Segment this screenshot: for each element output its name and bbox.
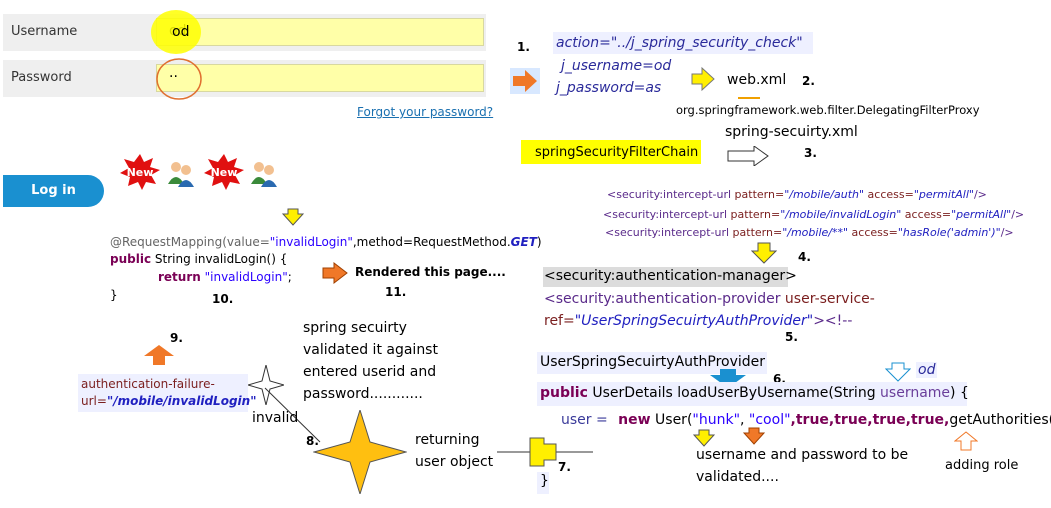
- note-adding-role: adding role: [945, 458, 1019, 473]
- arrow-down-icon: [693, 429, 715, 447]
- password-row: Password ··: [3, 60, 486, 97]
- controller-annotation: @RequestMapping(value="invalidLogin",met…: [110, 235, 542, 249]
- new-badge-text-2: New: [211, 166, 238, 179]
- arrow-up-icon: [954, 431, 978, 451]
- validation-line-3: entered userid and: [303, 364, 437, 380]
- invalid-label: invalid: [252, 410, 299, 426]
- forgot-password-link[interactable]: Forgot your password?: [357, 105, 493, 119]
- intercept-url-3: <security:intercept-url pattern="/mobile…: [605, 226, 1014, 239]
- auth-manager-tag: <security:authentication-manager>: [544, 268, 797, 284]
- request-password: j_password=as: [556, 80, 662, 96]
- username-value-overlay: od: [172, 24, 190, 40]
- arrow-down-icon: [885, 362, 911, 382]
- step-4-label: 4.: [798, 250, 811, 264]
- auth-provider-line-1: <security:authentication-provider user-s…: [544, 291, 875, 307]
- web-xml-label: web.xml: [727, 72, 787, 88]
- provider-od-label: od: [916, 362, 938, 378]
- delegating-filter-proxy: org.springframework.web.filter.Delegatin…: [676, 103, 980, 117]
- validation-line-4: password............: [303, 386, 423, 402]
- returning-line-1: returning: [415, 432, 480, 448]
- return-arrow: [497, 437, 593, 467]
- password-label: Password: [11, 70, 72, 85]
- spring-security-xml-label: spring-secuirty.xml: [725, 124, 858, 140]
- users-icon: [168, 162, 194, 187]
- arrow-right-icon: [322, 262, 348, 284]
- arrow-up-icon: [144, 345, 174, 365]
- step-11-label: 11.: [385, 285, 407, 299]
- provider-method-signature: public UserDetails loadUserByUsername(St…: [540, 385, 969, 401]
- password-highlight-circle: [156, 58, 202, 100]
- arrow-right-icon: [727, 146, 769, 166]
- failure-url-line-2: url="/mobile/invalidLogin": [81, 394, 257, 408]
- intercept-url-2: <security:intercept-url pattern="/mobile…: [603, 208, 1025, 221]
- arrow-right-icon: [510, 68, 540, 94]
- intercept-url-1: <security:intercept-url pattern="/mobile…: [607, 188, 987, 201]
- arrow-down-icon: [743, 427, 765, 445]
- step-1-label: 1.: [517, 40, 530, 54]
- username-label: Username: [11, 24, 78, 39]
- login-button[interactable]: Log in: [3, 175, 104, 207]
- step-9-label: 9.: [170, 331, 183, 345]
- filter-chain-label: springSecurityFilterChain: [535, 145, 699, 160]
- note-credentials-2: validated....: [696, 469, 779, 485]
- new-badge-text-1: New: [127, 166, 154, 179]
- provider-user-line: user = new User("hunk", "cool",true,true…: [561, 412, 1051, 428]
- step-2-label: 2.: [802, 74, 815, 88]
- note-credentials-1: username and password to be: [696, 447, 909, 463]
- rendered-page-label: Rendered this page....: [355, 265, 506, 279]
- controller-return: return "invalidLogin";: [158, 270, 292, 284]
- request-action: action="../j_spring_security_check": [556, 35, 803, 51]
- controller-closing-brace: }: [110, 288, 118, 302]
- connector-line: [738, 97, 760, 99]
- arrow-down-icon: [751, 242, 777, 264]
- failure-url-line-1: authentication-failure-: [81, 377, 215, 391]
- step-3-label: 3.: [804, 146, 817, 160]
- request-username: j_username=od: [561, 58, 672, 74]
- arrow-down-icon: [282, 208, 304, 226]
- provider-closing-brace: }: [540, 473, 549, 489]
- step-5-label: 5.: [785, 330, 798, 344]
- username-row: Username od: [3, 14, 486, 51]
- auth-provider-line-2: ref="UserSpringSecuirtyAuthProvider"><!-…: [544, 313, 853, 329]
- step-10-label: 10.: [212, 292, 234, 306]
- validation-line-2: validated it against: [303, 342, 438, 358]
- returning-line-2: user object: [415, 454, 494, 470]
- users-icon: [251, 162, 277, 187]
- new-badge-icon: New: [120, 154, 160, 190]
- controller-signature: public String invalidLogin() {: [110, 252, 288, 266]
- validation-line-1: spring secuirty: [303, 320, 407, 336]
- arrow-right-icon: [691, 66, 715, 92]
- new-badge-icon: New: [204, 154, 244, 190]
- provider-class-name: UserSpringSecuirtyAuthProvider: [540, 354, 766, 370]
